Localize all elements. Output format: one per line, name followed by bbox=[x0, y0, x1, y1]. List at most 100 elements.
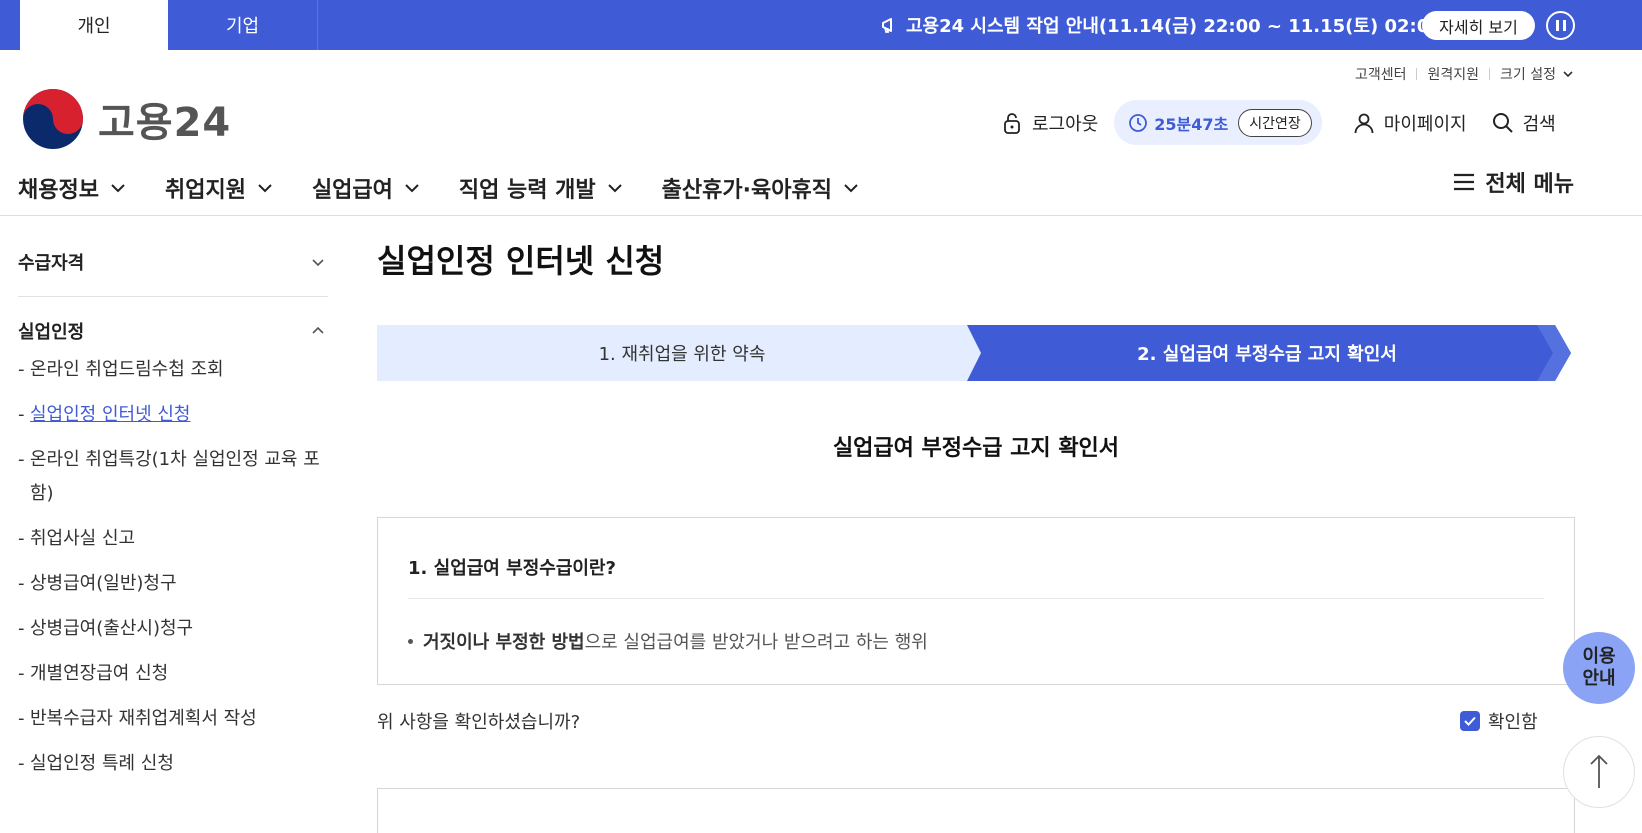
user-icon bbox=[1354, 113, 1374, 133]
notice-box: 1. 실업급여 부정수급이란? 거짓이나 부정한 방법 으로 실업급여를 받았거… bbox=[377, 517, 1575, 685]
session-timer: 25분47초 시간연장 bbox=[1114, 100, 1322, 145]
mypage-label: 마이페이지 bbox=[1383, 113, 1467, 135]
nav-item-jobs[interactable]: 채용정보 bbox=[18, 172, 127, 204]
bullet bbox=[408, 638, 413, 644]
chevron-up-icon bbox=[312, 326, 324, 334]
logout-label: 로그아웃 bbox=[1032, 113, 1099, 135]
answer-item: 거짓이나 부정한 방법 으로 실업급여를 받았거나 받으려고 하는 행위 bbox=[408, 628, 928, 654]
chevron-down-icon bbox=[844, 184, 858, 193]
chevron-down-icon bbox=[312, 259, 324, 267]
hamburger-icon bbox=[1454, 173, 1475, 191]
remote-support-link[interactable]: 원격지원 bbox=[1427, 64, 1479, 84]
nav-label: 실업급여 bbox=[311, 178, 393, 203]
customer-center-link[interactable]: 고객센터 bbox=[1355, 64, 1407, 84]
sidebar-item-online-lecture[interactable]: - 온라인 취업특강(1차 실업인정 교육 포함) bbox=[18, 443, 328, 511]
chevron-down-icon bbox=[258, 184, 272, 193]
nav-label: 직업 능력 개발 bbox=[458, 178, 596, 203]
sidebar-item-label: 상병급여(출산시)청구 bbox=[30, 618, 194, 639]
top-bar: 개인 기업 고용24 시스템 작업 안내(11.14(금) 22:00 ~ 11… bbox=[0, 0, 1642, 50]
system-notice[interactable]: 고용24 시스템 작업 안내(11.14(금) 22:00 ~ 11.15(토)… bbox=[880, 0, 1450, 50]
all-menu-button[interactable]: 전체 메뉴 bbox=[1451, 166, 1574, 198]
usage-guide-button[interactable]: 이용 안내 bbox=[1563, 632, 1635, 704]
sidebar-submenu: - 온라인 취업드림수첩 조회 - 실업인정 인터넷 신청 - 온라인 취업특강(1차… bbox=[18, 353, 328, 781]
all-menu-label: 전체 메뉴 bbox=[1485, 172, 1574, 197]
sidebar-item-employment-report[interactable]: - 취업사실 신고 bbox=[18, 522, 328, 556]
sidebar-item-label: 취업사실 신고 bbox=[30, 528, 136, 549]
logout-button[interactable]: 로그아웃 bbox=[1000, 110, 1098, 136]
tab-corporate[interactable]: 기업 bbox=[168, 0, 318, 50]
document-title: 실업급여 부정수급 고지 확인서 bbox=[832, 436, 1120, 461]
checkbox-checked-icon[interactable] bbox=[1460, 711, 1480, 731]
nav-label: 채용정보 bbox=[18, 178, 99, 203]
logo-text: 고용24 bbox=[98, 100, 232, 146]
header-actions: 로그아웃 25분47초 시간연장 마이페이지 검색 bbox=[1000, 100, 1556, 145]
pause-icon[interactable] bbox=[1546, 11, 1575, 40]
step-indicator: 1. 재취업을 위한 약속 2. 실업급여 부정수급 고지 확인서 bbox=[377, 325, 1575, 381]
sidebar-item-sickness-childbirth[interactable]: - 상병급여(출산시)청구 bbox=[18, 612, 328, 646]
sidebar-item-reemployment-plan[interactable]: - 반복수급자 재취업계획서 작성 bbox=[18, 702, 328, 736]
search-icon bbox=[1492, 112, 1513, 133]
scroll-top-button[interactable] bbox=[1563, 736, 1635, 808]
chevron-down-icon bbox=[607, 184, 622, 193]
confirm-label: 확인함 bbox=[1488, 712, 1538, 733]
sidebar-group-eligibility[interactable]: 수급자격 bbox=[18, 246, 328, 278]
taegeuk-logo-icon bbox=[23, 89, 83, 149]
nav-item-vocational-training[interactable]: 직업 능력 개발 bbox=[459, 172, 624, 204]
notice-detail-button[interactable]: 자세히 보기 bbox=[1422, 11, 1535, 40]
question-heading: 1. 실업급여 부정수급이란? bbox=[408, 558, 616, 579]
sidebar-item-sickness-general[interactable]: - 상병급여(일반)청구 bbox=[18, 567, 328, 601]
sidebar-group-label: 실업인정 bbox=[18, 322, 85, 343]
sidebar-item-label: 상병급여(일반)청구 bbox=[30, 573, 177, 594]
sidebar-item-internet-application[interactable]: - 실업인정 인터넷 신청 bbox=[18, 398, 328, 432]
chevron-down-icon bbox=[111, 184, 125, 193]
font-size-setting[interactable]: 크기 설정 bbox=[1500, 64, 1556, 84]
tab-personal[interactable]: 개인 bbox=[20, 0, 168, 50]
sidebar-item-label: 반복수급자 재취업계획서 작성 bbox=[30, 708, 257, 729]
sidebar-group-label: 수급자격 bbox=[18, 253, 85, 274]
sidebar-divider bbox=[18, 296, 328, 297]
search-button[interactable]: 검색 bbox=[1491, 110, 1556, 136]
confirm-checkbox[interactable]: 확인함 bbox=[1460, 708, 1538, 734]
arrow-up-icon bbox=[1590, 754, 1608, 788]
mypage-button[interactable]: 마이페이지 bbox=[1352, 110, 1467, 136]
sidebar-item-label: 실업인정 특례 신청 bbox=[30, 753, 174, 774]
sidebar-item-extended-benefit[interactable]: - 개별연장급여 신청 bbox=[18, 657, 328, 691]
nav-item-parental-leave[interactable]: 출산휴가·육아휴직 bbox=[662, 172, 860, 204]
sidebar-item-dream-notebook[interactable]: - 온라인 취업드림수첩 조회 bbox=[18, 353, 328, 387]
step-2-current: 2. 실업급여 부정수급 고지 확인서 bbox=[1137, 344, 1397, 365]
next-section-box bbox=[377, 788, 1575, 833]
sidebar-item-special-case[interactable]: - 실업인정 특례 신청 bbox=[18, 747, 328, 781]
utility-links: 고객센터 원격지원 크기 설정 bbox=[1355, 64, 1574, 84]
search-label: 검색 bbox=[1522, 113, 1556, 135]
page-title: 실업인정 인터넷 신청 bbox=[377, 242, 665, 280]
answer-rest: 으로 실업급여를 받았거나 받으려고 하는 행위 bbox=[584, 632, 928, 653]
clock-icon bbox=[1129, 113, 1148, 132]
sidebar-item-label: 실업인정 인터넷 신청 bbox=[30, 404, 191, 425]
box-divider bbox=[408, 598, 1544, 599]
confirm-question: 위 사항을 확인하셨습니까? bbox=[377, 712, 581, 733]
sidebar-group-certification[interactable]: 실업인정 bbox=[18, 315, 328, 347]
extend-session-button[interactable]: 시간연장 bbox=[1238, 108, 1312, 137]
divider bbox=[1416, 68, 1418, 80]
sidebar-item-label: 온라인 취업드림수첩 조회 bbox=[30, 359, 224, 380]
chevron-down-icon bbox=[405, 184, 419, 193]
timer-value: 25분47초 bbox=[1154, 114, 1229, 134]
sidebar: 수급자격 실업인정 - 온라인 취업드림수첩 조회 - 실업인정 인터넷 신청 -온… bbox=[18, 216, 328, 781]
site-logo[interactable]: 고용24 bbox=[22, 88, 231, 150]
usage-guide-line2: 안내 bbox=[1582, 668, 1616, 689]
sidebar-item-label: 개별연장급여 신청 bbox=[30, 663, 169, 684]
divider bbox=[1489, 68, 1491, 80]
answer-bold: 거짓이나 부정한 방법 bbox=[423, 632, 585, 653]
step-1: 1. 재취업을 위한 약속 bbox=[598, 344, 766, 365]
main-navigation: 채용정보 취업지원 실업급여 직업 능력 개발 출산휴가·육아휴직 bbox=[18, 160, 898, 216]
notice-text: 고용24 시스템 작업 안내(11.14(금) 22:00 ~ 11.15(토)… bbox=[906, 16, 1450, 37]
chevron-down-icon bbox=[1563, 71, 1573, 78]
megaphone-icon bbox=[882, 18, 892, 33]
nav-item-employment-support[interactable]: 취업지원 bbox=[165, 172, 274, 204]
nav-label: 출산휴가·육아휴직 bbox=[661, 178, 832, 203]
nav-label: 취업지원 bbox=[164, 178, 246, 203]
sidebar-item-label: 온라인 취업특강(1차 실업인정 교육 포함) bbox=[30, 449, 320, 504]
nav-item-unemployment-benefit[interactable]: 실업급여 bbox=[312, 172, 421, 204]
lock-open-icon bbox=[1004, 112, 1020, 134]
usage-guide-line1: 이용 bbox=[1582, 646, 1616, 667]
